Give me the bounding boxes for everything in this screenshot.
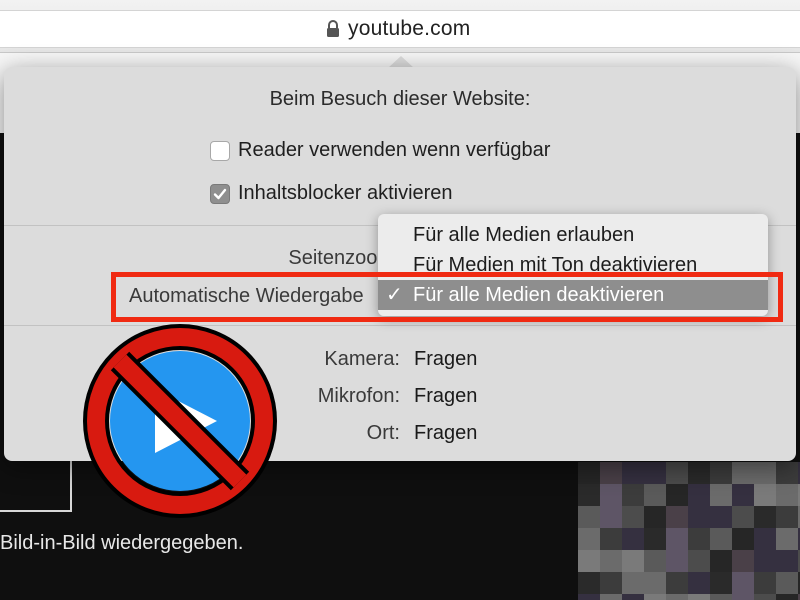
thumbnail-pixel — [710, 462, 732, 484]
address-bar-content: youtube.com — [326, 15, 470, 43]
thumbnail-pixel — [600, 462, 622, 484]
thumbnail-pixel — [666, 594, 688, 600]
lock-icon — [326, 20, 340, 38]
thumbnail-pixel — [732, 462, 754, 484]
thumbnail-pixel — [710, 572, 732, 594]
thumbnail-pixel — [666, 506, 688, 528]
camera-value[interactable]: Fragen — [414, 348, 477, 371]
thumbnail-pixel — [666, 550, 688, 572]
thumbnail-pixel — [578, 550, 600, 572]
thumbnail-pixel — [622, 550, 644, 572]
thumbnail-pixel — [578, 594, 600, 600]
content-blocker-checkbox[interactable] — [210, 183, 230, 204]
thumbnail-pixel — [776, 572, 798, 594]
thumbnail-pixel — [710, 550, 732, 572]
thumbnail-pixel — [732, 484, 754, 506]
thumbnail-pixel — [600, 506, 622, 528]
page-zoom-label: Seitenzoom — [288, 247, 394, 269]
thumbnail-pixel — [644, 462, 666, 484]
thumbnail-pixel — [688, 594, 710, 600]
thumbnail-pixel — [622, 528, 644, 550]
no-autoplay-icon — [82, 323, 278, 519]
thumbnail-pixel — [600, 572, 622, 594]
thumbnail-pixel — [600, 528, 622, 550]
thumbnail-pixel — [754, 462, 776, 484]
browser-toolbar: youtube.com — [0, 0, 800, 53]
thumbnail-pixel — [644, 550, 666, 572]
thumbnail-pixel — [622, 484, 644, 506]
thumbnail-pixel — [622, 462, 644, 484]
thumbnail-pixel — [600, 594, 622, 600]
url-text: youtube.com — [348, 17, 471, 40]
address-bar[interactable]: youtube.com — [0, 10, 800, 48]
thumbnail-pixel — [622, 506, 644, 528]
thumbnail-pixel — [666, 462, 688, 484]
thumbnail-pixel — [688, 528, 710, 550]
thumbnail-pixel — [776, 528, 798, 550]
thumbnail-pixel — [644, 484, 666, 506]
popover-title: Beim Besuch dieser Website: — [269, 88, 531, 110]
thumbnail-pixel — [732, 594, 754, 600]
content-blocker-option[interactable]: Inhaltsblocker aktivieren — [210, 182, 453, 205]
thumbnail-pixel — [644, 572, 666, 594]
thumbnail-pixel — [776, 462, 798, 484]
thumbnail-pixel — [578, 462, 600, 484]
thumbnail-pixel — [754, 594, 776, 600]
thumbnail-pixel — [710, 506, 732, 528]
thumbnail-pixel — [622, 572, 644, 594]
thumbnail-pixel — [710, 594, 732, 600]
pip-caption: Bild-in-Bild wiedergegeben. — [0, 532, 244, 554]
thumbnail-pixel — [578, 484, 600, 506]
thumbnail-pixel — [732, 528, 754, 550]
thumbnail-pixel — [732, 550, 754, 572]
thumbnail-pixel — [754, 506, 776, 528]
thumbnail-pixel — [776, 506, 798, 528]
thumbnail-pixel — [644, 528, 666, 550]
thumbnail-pixel — [710, 528, 732, 550]
checkmark-icon — [213, 188, 227, 199]
thumbnail-pixel — [666, 572, 688, 594]
thumbnail-pixel — [754, 572, 776, 594]
content-blocker-label: Inhaltsblocker aktivieren — [238, 182, 453, 204]
thumbnail-pixel — [776, 484, 798, 506]
thumbnail-pixel — [622, 594, 644, 600]
thumbnail-pixel — [732, 506, 754, 528]
thumbnail-pixel — [578, 528, 600, 550]
reader-label: Reader verwenden wenn verfügbar — [238, 139, 551, 161]
thumbnail-pixel — [600, 550, 622, 572]
autoplay-highlight-box — [111, 272, 783, 322]
thumbnail-pixel — [754, 484, 776, 506]
location-value[interactable]: Fragen — [414, 422, 477, 445]
thumbnail-pixel — [688, 572, 710, 594]
thumbnail-pixel — [710, 484, 732, 506]
blurred-thumbnails — [578, 462, 800, 600]
thumbnail-pixel — [578, 506, 600, 528]
thumbnail-pixel — [666, 484, 688, 506]
thumbnail-pixel — [600, 484, 622, 506]
reader-checkbox[interactable] — [210, 140, 230, 161]
microphone-value[interactable]: Fragen — [414, 385, 477, 408]
thumbnail-pixel — [754, 528, 776, 550]
thumbnail-pixel — [776, 550, 798, 572]
thumbnail-pixel — [644, 594, 666, 600]
menu-item-label: Für alle Medien erlauben — [413, 224, 635, 246]
thumbnail-pixel — [732, 572, 754, 594]
thumbnail-pixel — [666, 528, 688, 550]
thumbnail-pixel — [688, 484, 710, 506]
thumbnail-pixel — [688, 550, 710, 572]
reader-option[interactable]: Reader verwenden wenn verfügbar — [210, 139, 550, 162]
thumbnail-pixel — [776, 594, 798, 600]
thumbnail-pixel — [644, 506, 666, 528]
thumbnail-pixel — [688, 462, 710, 484]
thumbnail-pixel — [688, 506, 710, 528]
thumbnail-pixel — [754, 550, 776, 572]
menu-item-allow-all[interactable]: Für alle Medien erlauben — [378, 220, 768, 250]
thumbnail-pixel — [578, 572, 600, 594]
